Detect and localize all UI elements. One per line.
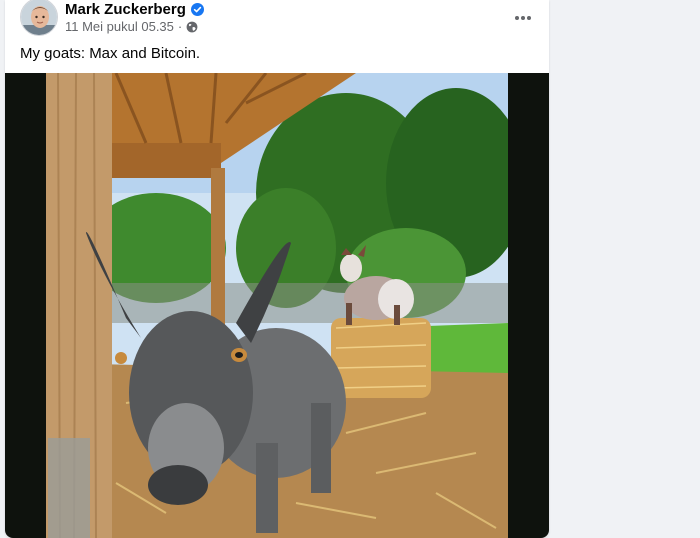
post-meta: 11 Mei pukul 05.35 ·	[65, 19, 198, 34]
more-options-icon	[515, 16, 531, 20]
more-options-button[interactable]	[509, 4, 537, 32]
author-line: Mark Zuckerberg	[65, 0, 204, 18]
post-caption: My goats: Max and Bitcoin.	[20, 45, 201, 62]
author-avatar[interactable]	[20, 0, 58, 36]
meta-separator: ·	[177, 19, 183, 34]
verified-badge-icon	[190, 2, 204, 16]
post-photo[interactable]	[5, 73, 549, 538]
goats-photo	[46, 73, 508, 538]
globe-icon[interactable]	[186, 21, 198, 33]
post-timestamp[interactable]: 11 Mei pukul 05.35	[65, 19, 174, 34]
feed-post: Mark Zuckerberg 11 Mei pukul 05.35 · My …	[5, 0, 549, 538]
author-name[interactable]: Mark Zuckerberg	[65, 1, 186, 18]
